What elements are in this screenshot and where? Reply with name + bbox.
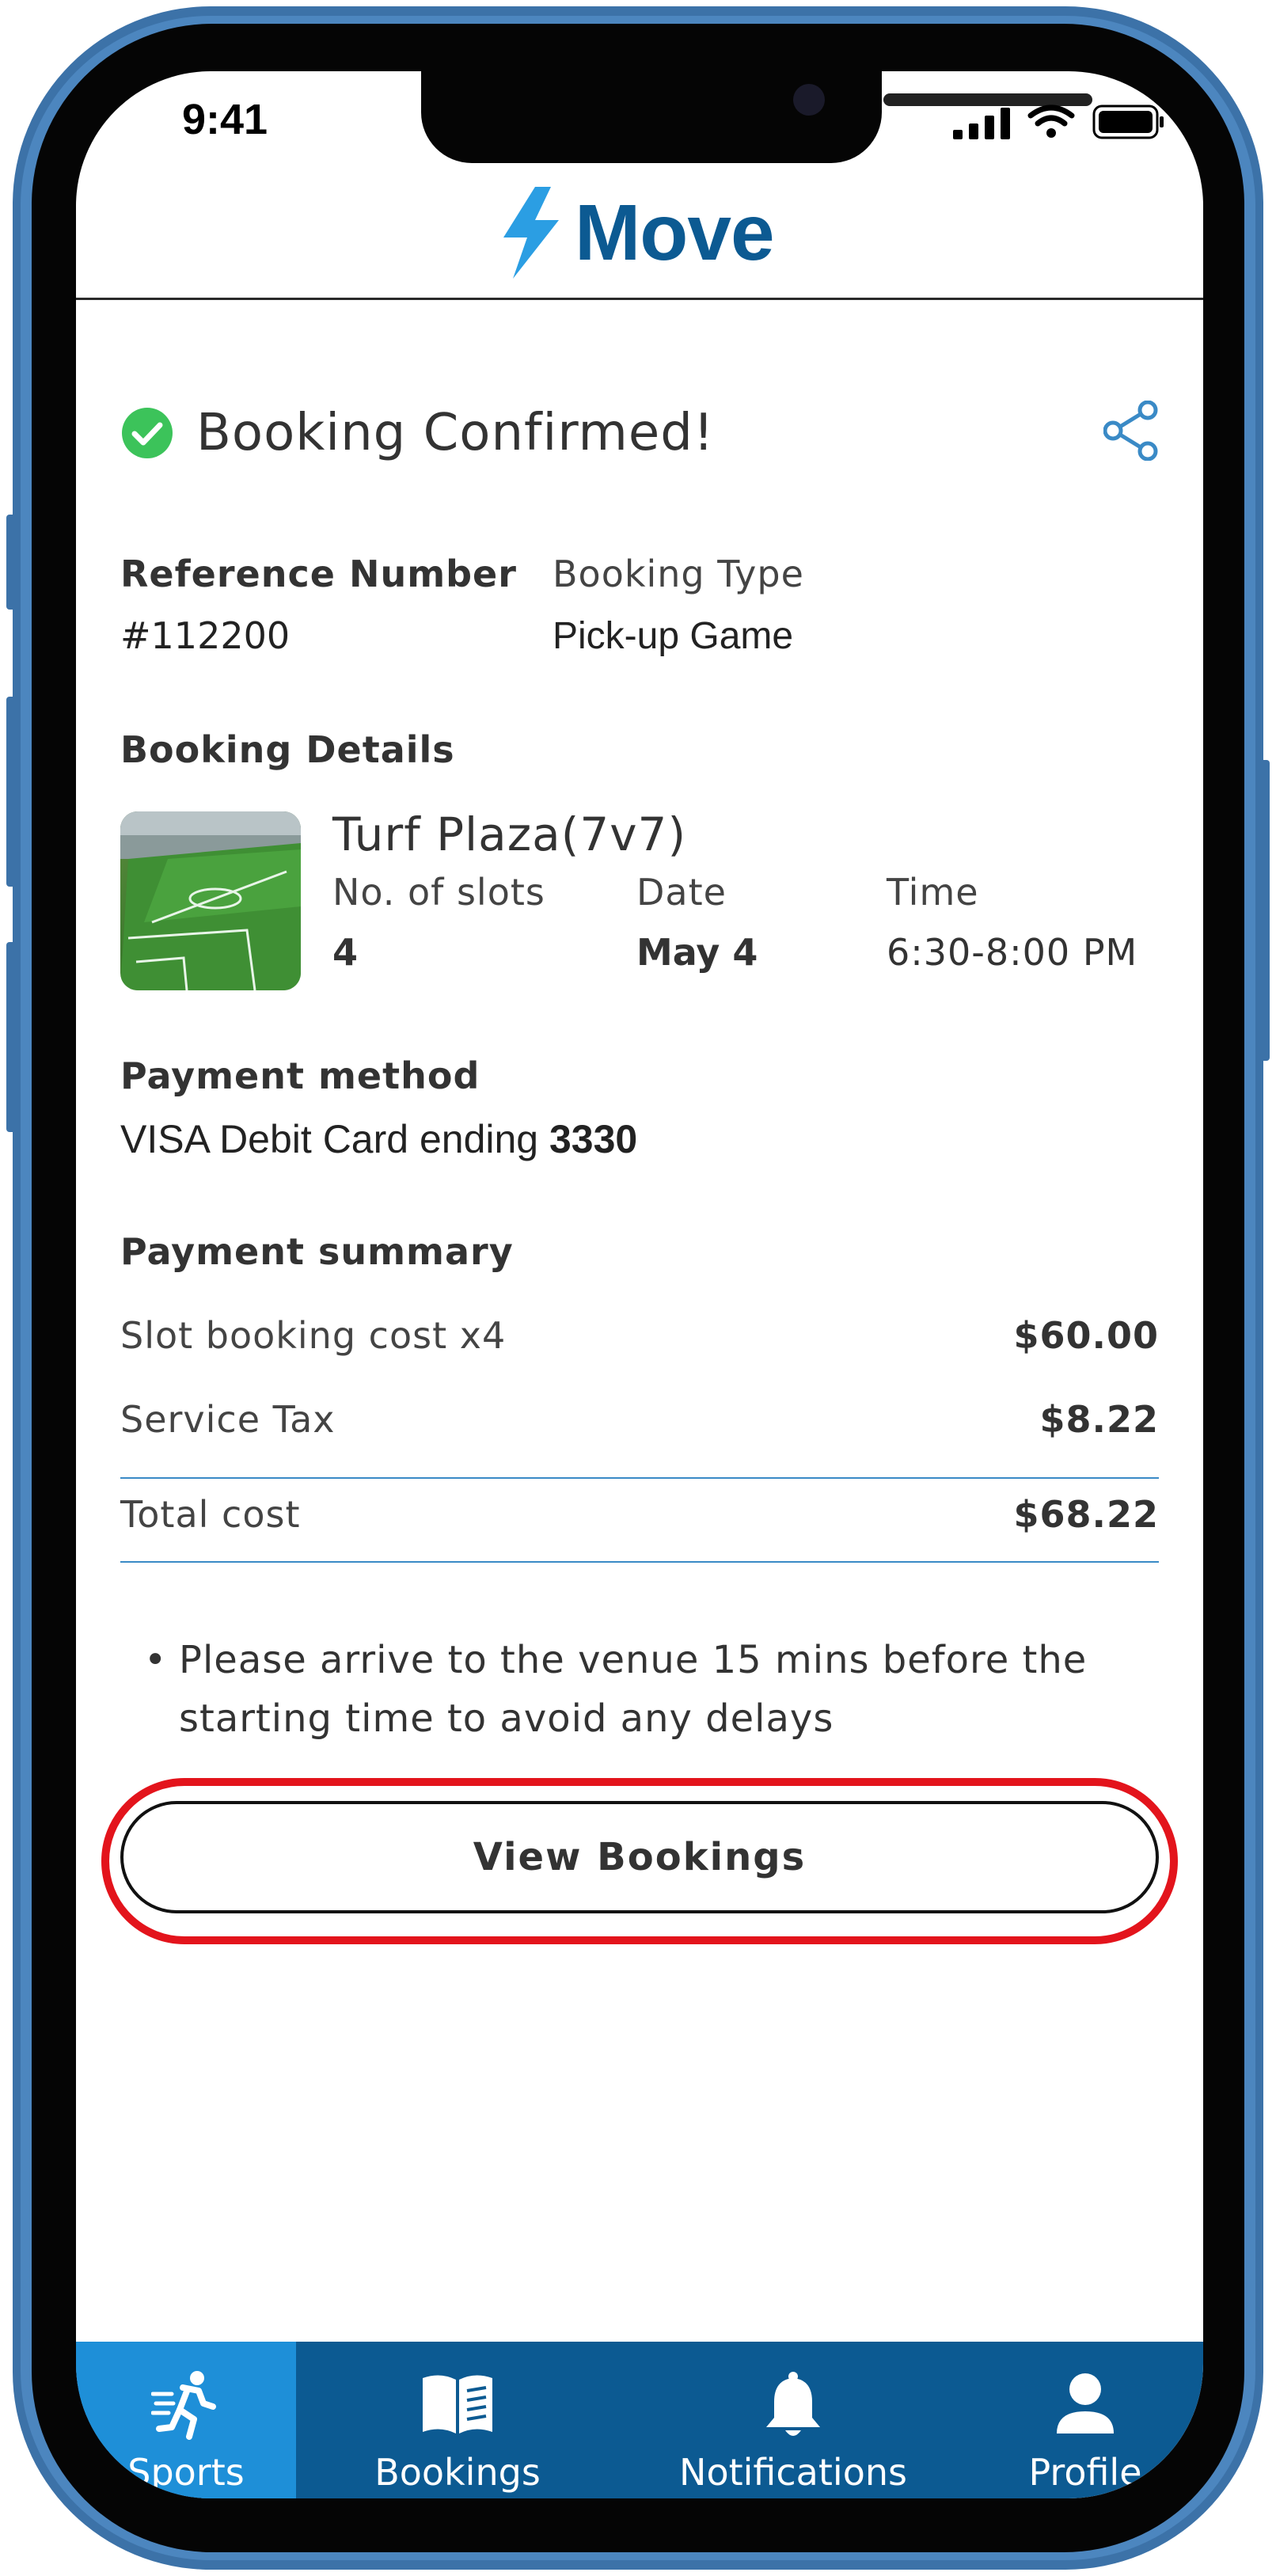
venue-name: Turf Plaza(7v7) [332,807,687,861]
tab-notifications[interactable]: Notifications [619,2342,967,2498]
payment-method-label: Payment method [120,1054,480,1097]
wifi-icon [1027,104,1075,138]
booking-type-label: Booking Type [553,553,804,595]
app-logo: Move [496,185,775,280]
status-time: 9:41 [182,96,268,143]
venue-image [120,811,301,990]
tab-label: Profile [1028,2451,1142,2494]
time-label: Time [887,871,979,914]
status-icons [953,104,1165,139]
share-button[interactable] [1103,400,1159,464]
phone-screen: 9:41 Move Booking Confirmed! Reference N… [76,71,1203,2498]
summary-divider-bottom [120,1561,1159,1563]
check-circle-icon [122,408,173,458]
tab-label: Sports [127,2451,245,2494]
confirmation-header: Booking Confirmed! [120,404,715,462]
signal-icon [953,108,1010,139]
booking-type-value: Pick-up Game [553,615,794,657]
time-value: 6:30-8:00 PM [887,931,1138,974]
booking-details-label: Booking Details [120,728,455,771]
brand-name: Move [575,188,775,277]
book-icon [423,2375,492,2434]
total-amount: $68.22 [1013,1493,1159,1536]
tab-label: Notifications [679,2451,907,2494]
reference-value: #112200 [120,614,291,657]
mute-switch [6,515,19,610]
bottom-tab-bar: Sports Bookings Notifications Profile [76,2342,1203,2498]
header-divider [76,298,1203,300]
share-icon [1103,400,1158,462]
turf-field-graphic [120,811,301,990]
summary-divider-top [120,1477,1159,1479]
date-label: Date [636,871,727,914]
arrival-note: Please arrive to the venue 15 mins befor… [144,1631,1141,1748]
arrival-note-line: Please arrive to the venue 15 mins befor… [179,1638,1088,1682]
summary-row-amount: $8.22 [1039,1398,1159,1441]
payment-summary-label: Payment summary [120,1230,514,1273]
payment-method-value: VISA Debit Card ending 3330 [120,1116,637,1162]
front-camera [793,84,825,116]
confirmation-title: Booking Confirmed! [196,404,715,462]
lightning-bolt-icon [503,187,559,279]
notch [421,71,1092,163]
summary-row-amount: $60.00 [1013,1314,1159,1357]
battery-icon [1092,104,1164,139]
card-last4: 3330 [549,1117,638,1161]
summary-row-label: Service Tax [120,1398,336,1441]
volume-down-button [6,942,19,1132]
reference-label: Reference Number [120,553,517,595]
tab-label: Bookings [374,2451,541,2494]
date-value: May 4 [636,931,758,974]
slots-value: 4 [332,931,359,974]
volume-up-button [6,697,19,887]
view-bookings-button[interactable]: View Bookings [120,1801,1159,1913]
bell-icon [766,2372,820,2436]
tab-sports[interactable]: Sports [76,2342,296,2498]
total-label: Total cost [120,1493,301,1536]
payment-method-text: VISA Debit Card ending [120,1117,549,1161]
power-button [1257,760,1270,1061]
tab-bookings[interactable]: Bookings [296,2342,619,2498]
tab-profile[interactable]: Profile [967,2342,1203,2498]
summary-row-label: Slot booking cost x4 [120,1314,507,1357]
runner-icon [151,2371,216,2440]
slots-label: No. of slots [332,871,545,914]
arrival-note-line: starting time to avoid any delays [179,1696,834,1741]
person-icon [1057,2373,1114,2434]
